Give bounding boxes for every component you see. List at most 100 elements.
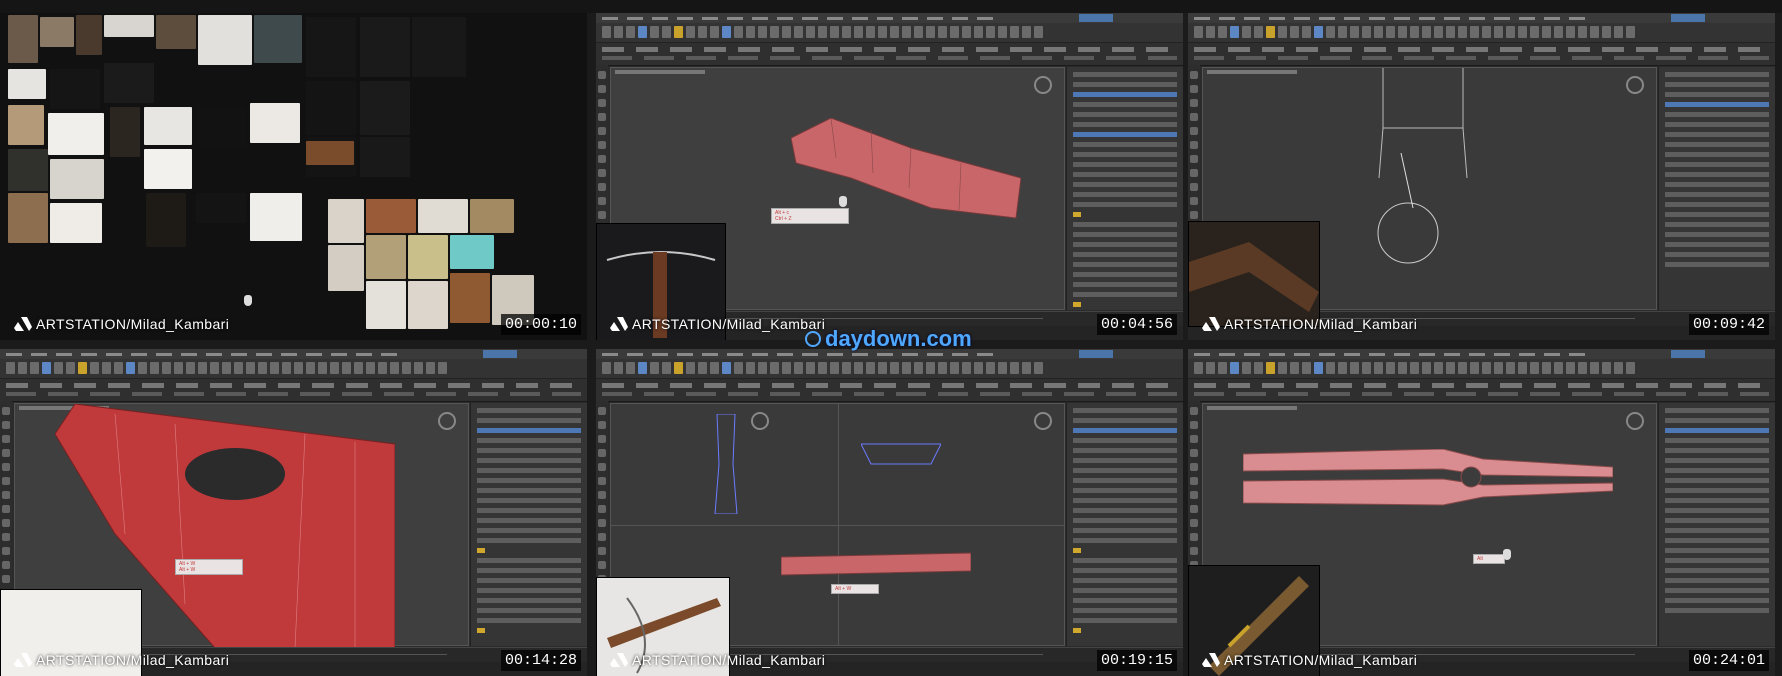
reference-image — [360, 17, 410, 77]
timecode-badge: 00:14:28 — [500, 650, 581, 671]
key-hint: Alt + W — [831, 584, 879, 594]
main-toolbar — [596, 23, 1183, 43]
reference-image — [8, 105, 44, 145]
reference-image — [306, 17, 356, 77]
mouse-cursor-icon — [839, 196, 847, 207]
main-toolbar — [0, 359, 587, 379]
reference-image — [328, 245, 364, 291]
reference-image — [8, 193, 48, 243]
side-view-mesh — [781, 552, 971, 576]
reference-image — [450, 273, 490, 323]
reference-image — [8, 15, 38, 63]
reference-image — [50, 159, 104, 199]
reference-image — [144, 149, 192, 189]
command-panel[interactable] — [1066, 403, 1183, 646]
reference-image — [250, 193, 302, 241]
artstation-credit: ARTSTATION/Milad_Kambari — [14, 652, 229, 668]
artstation-credit: ARTSTATION/Milad_Kambari — [1202, 316, 1417, 332]
ribbon — [596, 43, 1183, 66]
artstation-logo-icon — [1202, 317, 1220, 331]
artstation-logo-icon — [610, 653, 628, 667]
artstation-credit: ARTSTATION/Milad_Kambari — [14, 316, 229, 332]
reference-image — [50, 69, 100, 109]
thumbnail-4[interactable]: Alt + W Alt + W ARTSTATION/Milad_Kambari … — [0, 349, 587, 676]
command-panel[interactable] — [470, 403, 587, 646]
credit-text: ARTSTATION/Milad_Kambari — [36, 652, 230, 668]
reference-image — [250, 103, 300, 143]
reference-image — [412, 17, 466, 77]
main-toolbar — [596, 359, 1183, 379]
mouse-cursor-icon — [244, 295, 252, 306]
command-panel[interactable] — [1658, 67, 1775, 310]
ribbon — [0, 379, 587, 402]
credit-text: ARTSTATION/Milad_Kambari — [632, 652, 826, 668]
reference-image — [254, 15, 302, 63]
key-hint: Alt + c Ctrl + Z — [771, 208, 849, 224]
main-toolbar — [1188, 359, 1775, 379]
top-strip — [0, 0, 1782, 13]
main-toolbar — [1188, 23, 1775, 43]
ribbon — [596, 379, 1183, 402]
artstation-credit: ARTSTATION/Milad_Kambari — [610, 316, 825, 332]
crossbow-stock-mesh — [1243, 449, 1613, 506]
reference-image — [366, 235, 406, 279]
reference-image — [8, 69, 46, 99]
reference-image — [156, 15, 196, 49]
site-watermark-text: daydown.com — [825, 326, 972, 351]
key-hint: Alt — [1473, 554, 1505, 564]
reference-image — [360, 81, 410, 135]
view-cube-icon[interactable] — [438, 412, 456, 430]
timecode-badge: 00:04:56 — [1096, 314, 1177, 335]
command-panel[interactable] — [1658, 403, 1775, 646]
ribbon — [1188, 43, 1775, 66]
timecode-badge: 00:09:42 — [1688, 314, 1769, 335]
menu-bar — [596, 13, 1183, 23]
top-view-mesh — [714, 414, 738, 514]
reference-image — [306, 141, 354, 165]
artstation-logo-icon — [1202, 653, 1220, 667]
view-cube-icon[interactable] — [1034, 76, 1052, 94]
reference-image — [146, 193, 186, 247]
thumbnail-6[interactable]: Alt ARTSTATION/Milad_Kambari 00:24:01 — [1188, 349, 1775, 676]
reference-image — [196, 193, 246, 223]
reference-image — [76, 15, 102, 55]
menu-bar — [1188, 13, 1775, 23]
key-hint: Alt + W Alt + W — [175, 559, 243, 575]
reference-image — [450, 235, 494, 269]
reference-image — [110, 107, 140, 157]
reference-image — [40, 17, 74, 47]
thumbnail-5[interactable]: Alt + W ARTSTATION/Milad_Kambari 00:19:1… — [596, 349, 1183, 676]
menu-bar — [0, 349, 587, 359]
reference-image — [408, 235, 448, 279]
reference-image — [418, 199, 468, 233]
reference-image — [104, 63, 154, 103]
artstation-logo-icon — [610, 317, 628, 331]
credit-text: ARTSTATION/Milad_Kambari — [1224, 316, 1418, 332]
spline-sketch — [1377, 68, 1468, 264]
reference-image — [8, 149, 48, 191]
view-cube-icon[interactable] — [751, 412, 769, 430]
menu-bar — [1188, 349, 1775, 359]
reference-image — [306, 81, 356, 135]
reference-image — [196, 107, 246, 147]
reference-image — [470, 199, 514, 233]
timecode-badge: 00:00:10 — [500, 314, 581, 335]
view-cube-icon[interactable] — [1626, 412, 1644, 430]
reference-image — [144, 107, 192, 145]
reference-image — [328, 199, 364, 243]
thumbnail-2[interactable]: Alt + c Ctrl + Z ARTSTATION/Milad_Kambari… — [596, 13, 1183, 340]
reference-image — [366, 281, 406, 329]
credit-text: ARTSTATION/Milad_Kambari — [36, 316, 230, 332]
thumbnail-1[interactable]: ARTSTATION/Milad_Kambari 00:00:10 — [0, 13, 587, 340]
ribbon — [1188, 379, 1775, 402]
reference-image — [198, 15, 252, 65]
credit-text: ARTSTATION/Milad_Kambari — [1224, 652, 1418, 668]
command-panel[interactable] — [1066, 67, 1183, 310]
artstation-logo-icon — [14, 317, 32, 331]
thumbnail-3[interactable]: ARTSTATION/Milad_Kambari 00:09:42 — [1188, 13, 1775, 340]
artstation-credit: ARTSTATION/Milad_Kambari — [1202, 652, 1417, 668]
reference-image — [366, 199, 416, 233]
reference-image — [360, 137, 410, 177]
view-cube-icon[interactable] — [1626, 76, 1644, 94]
view-cube-icon[interactable] — [1034, 412, 1052, 430]
